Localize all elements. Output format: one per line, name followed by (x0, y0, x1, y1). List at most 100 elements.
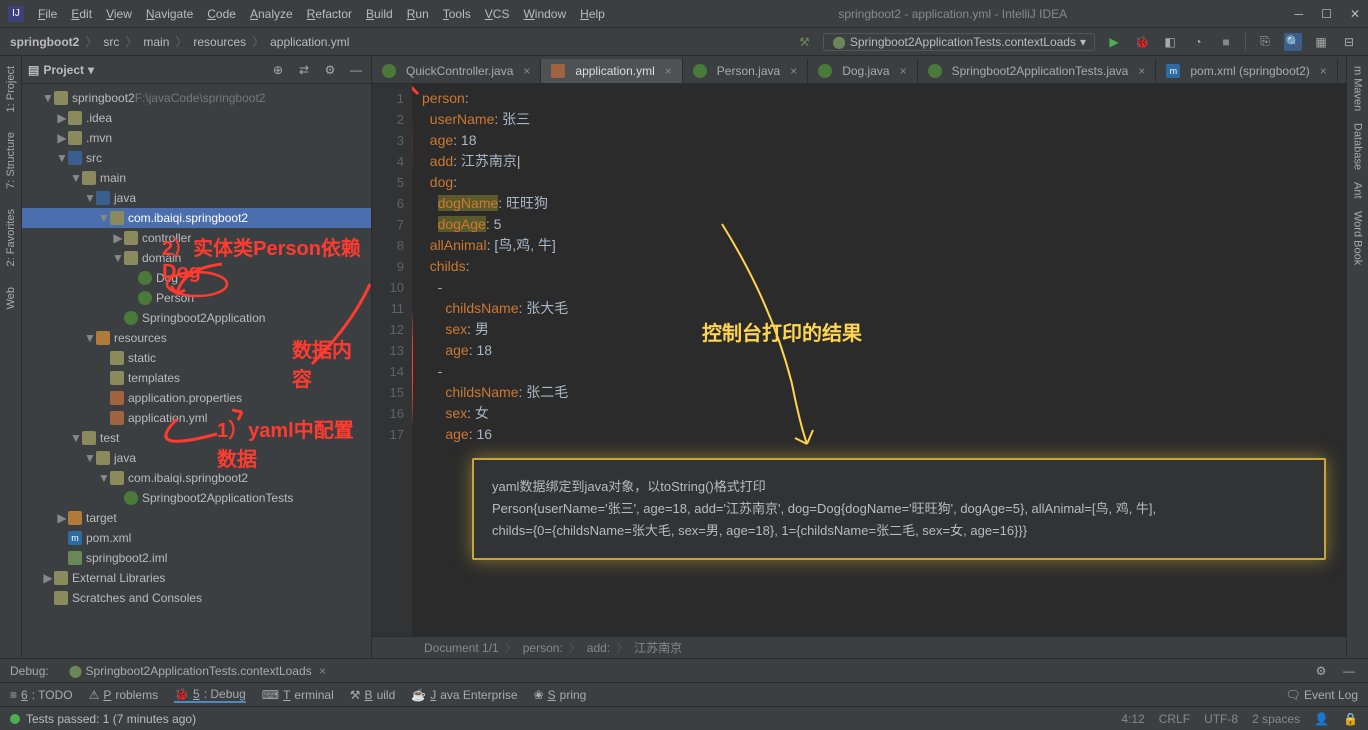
profile-button[interactable]: ◔ (1189, 33, 1207, 51)
tree-item[interactable]: ▶target (22, 508, 371, 528)
close-icon[interactable]: × (1138, 64, 1145, 78)
editor-tab[interactable]: Person.java× (683, 59, 808, 83)
tree-item[interactable]: Springboot2Application (22, 308, 371, 328)
close-icon[interactable]: × (665, 64, 672, 78)
hammer-icon[interactable]: ⚒ (795, 33, 813, 51)
bottom-tab[interactable]: ⌨ Terminal (262, 688, 334, 702)
indent[interactable]: 2 spaces (1252, 712, 1300, 726)
tree-item[interactable]: Springboot2ApplicationTests (22, 488, 371, 508)
editor-tab[interactable]: mpom.xml (springboot2)× (1156, 59, 1337, 83)
tree-item[interactable]: Scratches and Consoles (22, 588, 371, 608)
menu-build[interactable]: Build (360, 5, 399, 23)
menu-edit[interactable]: Edit (65, 5, 98, 23)
tree-item[interactable]: ▼domain (22, 248, 371, 268)
menu-analyze[interactable]: Analyze (244, 5, 299, 23)
project-panel-title[interactable]: ▤Project▾ (28, 63, 94, 77)
breadcrumb-item[interactable]: springboot2 (10, 35, 79, 49)
tree-item[interactable]: ▶External Libraries (22, 568, 371, 588)
tree-item[interactable]: mpom.xml (22, 528, 371, 548)
code-line[interactable]: userName: 张三 (422, 109, 1346, 130)
menu-code[interactable]: Code (201, 5, 242, 23)
search-everywhere-button[interactable]: 🔍 (1284, 33, 1302, 51)
code-line[interactable]: age: 18 (422, 340, 1346, 361)
tool-tab[interactable]: 7: Structure (3, 126, 19, 195)
editor-tab[interactable]: QuickController.java× (372, 59, 541, 83)
bottom-tab[interactable]: ⚒ Build (350, 688, 395, 702)
inspection-icon[interactable]: 👤 (1314, 712, 1329, 726)
breadcrumb-item[interactable]: main (143, 35, 169, 49)
editor-tab[interactable]: Springboot2ApplicationTests.java× (918, 59, 1157, 83)
tool-tab[interactable]: Database (1350, 117, 1366, 176)
project-tree[interactable]: ▼springboot2 F:\javaCode\springboot2▶.id… (22, 84, 371, 658)
breadcrumb-item[interactable]: application.yml (270, 35, 349, 49)
menu-window[interactable]: Window (517, 5, 572, 23)
event-log[interactable]: 🗨 Event Log (1285, 688, 1358, 702)
maximize-button[interactable]: ☐ (1321, 7, 1332, 21)
tree-item[interactable]: Person (22, 288, 371, 308)
tree-item[interactable]: ▼resources (22, 328, 371, 348)
tree-item[interactable]: ▶.idea (22, 108, 371, 128)
tree-item[interactable]: springboot2.iml (22, 548, 371, 568)
bottom-tab[interactable]: ≡ 6: TODO (10, 688, 73, 702)
close-icon[interactable]: × (523, 64, 530, 78)
bottom-tab[interactable]: 🐞 5: Debug (174, 687, 246, 703)
code-line[interactable]: age: 16 (422, 424, 1346, 445)
caret-position[interactable]: 4:12 (1121, 712, 1144, 726)
gear-icon[interactable]: ⚙ (1312, 662, 1330, 680)
menu-navigate[interactable]: Navigate (140, 5, 199, 23)
code-line[interactable]: person: (422, 88, 1346, 109)
tree-item[interactable]: ▼java (22, 448, 371, 468)
editor-tab[interactable]: application.yml× (541, 59, 682, 83)
code-line[interactable]: sex: 男 (422, 319, 1346, 340)
tree-item[interactable]: ▼com.ibaiqi.springboot2 (22, 208, 371, 228)
tree-item[interactable]: ▼com.ibaiqi.springboot2 (22, 468, 371, 488)
debug-config-tab[interactable]: ⬤ Springboot2ApplicationTests.contextLoa… (61, 662, 334, 680)
tree-item[interactable]: static (22, 348, 371, 368)
code-line[interactable]: dog: (422, 172, 1346, 193)
tree-item[interactable]: Dog (22, 268, 371, 288)
tool-tab[interactable]: Web (3, 281, 19, 315)
menu-tools[interactable]: Tools (437, 5, 477, 23)
gear-icon[interactable]: ⚙ (321, 61, 339, 79)
debug-button[interactable]: 🐞 (1133, 33, 1151, 51)
menu-run[interactable]: Run (401, 5, 435, 23)
close-icon[interactable]: × (319, 664, 326, 678)
breadcrumb-item[interactable]: src (103, 35, 119, 49)
collapse-icon[interactable]: — (1340, 662, 1358, 680)
code-area[interactable]: 1234567891011121314151617 控制台打印的结果 perso… (372, 84, 1346, 636)
layout-button[interactable]: ▦ (1312, 33, 1330, 51)
breadcrumb-item[interactable]: resources (193, 35, 246, 49)
git-button[interactable]: ⎘ (1256, 33, 1274, 51)
code-line[interactable]: dogAge: 5 (422, 214, 1346, 235)
code-line[interactable]: dogName: 旺旺狗 (422, 193, 1346, 214)
menu-refactor[interactable]: Refactor (301, 5, 358, 23)
code-line[interactable]: sex: 女 (422, 403, 1346, 424)
tree-item[interactable]: ▶controller (22, 228, 371, 248)
tree-item[interactable]: ▶.mvn (22, 128, 371, 148)
menu-view[interactable]: View (100, 5, 138, 23)
tree-item[interactable]: application.properties (22, 388, 371, 408)
close-icon[interactable]: × (790, 64, 797, 78)
code-line[interactable]: childsName: 张二毛 (422, 382, 1346, 403)
code-line[interactable]: - (422, 361, 1346, 382)
run-button[interactable]: ▶ (1105, 33, 1123, 51)
menu-vcs[interactable]: VCS (479, 5, 516, 23)
crumb-item[interactable]: person: (523, 641, 563, 655)
code-line[interactable]: - (422, 277, 1346, 298)
tree-item[interactable]: templates (22, 368, 371, 388)
tool-tab[interactable]: Ant (1350, 176, 1366, 205)
lock-icon[interactable]: 🔒 (1343, 712, 1358, 726)
code-line[interactable]: add: 江苏南京| (422, 151, 1346, 172)
tree-item[interactable]: ▼main (22, 168, 371, 188)
crumb-item[interactable]: 江苏南京 (634, 639, 682, 656)
editor-tab[interactable]: Dog.java× (808, 59, 917, 83)
bottom-tab[interactable]: ⚠ Problems (89, 688, 158, 702)
tool-tab[interactable]: 2: Favorites (3, 203, 19, 272)
collapse-icon[interactable]: — (347, 61, 365, 79)
tool-tab[interactable]: m Maven (1350, 60, 1366, 117)
code-line[interactable]: childsName: 张大毛 (422, 298, 1346, 319)
tool-tab[interactable]: 1: Project (3, 60, 19, 118)
stop-button[interactable]: ■ (1217, 33, 1235, 51)
locate-icon[interactable]: ⊕ (269, 61, 287, 79)
close-icon[interactable]: × (1320, 64, 1327, 78)
